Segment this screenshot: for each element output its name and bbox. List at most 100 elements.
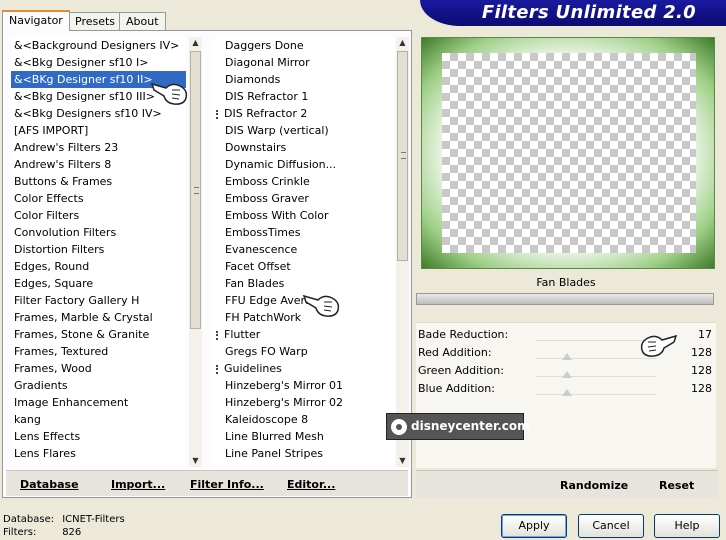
filter-item[interactable]: Facet Offset (213, 258, 395, 275)
category-item[interactable]: kang (11, 411, 186, 428)
import-button[interactable]: Import... (111, 478, 165, 491)
scroll-down-arrow-icon[interactable]: ▼ (396, 455, 409, 467)
param-value: 17 (698, 328, 712, 341)
category-scroll-thumb[interactable] (190, 51, 201, 329)
category-item[interactable]: &<Bkg Designer sf10 I> (11, 54, 186, 71)
slider-track[interactable] (536, 376, 656, 377)
cancel-button[interactable]: Cancel (578, 514, 644, 538)
right-toolbar: Randomize Reset (416, 470, 718, 498)
slider-knob-icon[interactable] (562, 371, 572, 378)
filter-item[interactable]: Dynamic Diffusion... (213, 156, 395, 173)
category-item[interactable]: [AFS IMPORT] (11, 122, 186, 139)
filter-list[interactable]: Daggers Done Diagonal Mirror Diamonds DIS R… (213, 37, 395, 467)
status-area: Database: ICNET-Filters Filters: 826 (3, 513, 125, 539)
scroll-down-arrow-icon[interactable]: ▼ (189, 455, 202, 467)
randomize-button[interactable]: Randomize (560, 479, 628, 492)
grip-icon (401, 152, 406, 159)
category-item[interactable]: Color Effects (11, 190, 186, 207)
category-item[interactable]: Color Filters (11, 207, 186, 224)
category-item[interactable]: Edges, Square (11, 275, 186, 292)
filter-item[interactable]: EmbossTimes (213, 224, 395, 241)
category-item[interactable]: Filter Factory Gallery H (11, 292, 186, 309)
category-item[interactable]: Frames, Textured (11, 343, 186, 360)
navigator-panel: &<Background Designers IV> &<Bkg Designer… (2, 30, 412, 498)
category-item[interactable]: Buttons & Frames (11, 173, 186, 190)
filter-item[interactable]: Hinzeberg's Mirror 01 (213, 377, 395, 394)
filter-item[interactable]: Hinzeberg's Mirror 02 (213, 394, 395, 411)
param-value: 128 (691, 364, 712, 377)
apply-button[interactable]: Apply (501, 514, 567, 538)
filter-scrollbar[interactable]: ▲ ▼ (396, 37, 409, 467)
category-item[interactable]: Frames, Stone & Granite (11, 326, 186, 343)
filter-item-label: Diagonal Mirror (225, 56, 310, 69)
filter-item-label: Guidelines (224, 362, 282, 375)
status-filters-label: Filters: (3, 527, 37, 538)
scroll-up-arrow-icon[interactable]: ▲ (396, 37, 409, 49)
filter-item[interactable]: Line Panel Stripes (213, 445, 395, 462)
param-green-addition[interactable]: Green Addition: 128 (416, 362, 716, 380)
filter-item[interactable]: DIS Warp (vertical) (213, 122, 395, 139)
category-item[interactable]: Frames, Wood (11, 360, 186, 377)
category-item[interactable]: Lens Effects (11, 428, 186, 445)
filter-item-label: Emboss Graver (225, 192, 309, 205)
current-filter-name: Fan Blades (536, 276, 596, 289)
filter-item-label: Diamonds (225, 73, 281, 86)
filter-item[interactable]: Emboss Graver (213, 190, 395, 207)
reset-button[interactable]: Reset (659, 479, 694, 492)
category-item[interactable]: Gradients (11, 377, 186, 394)
bullet-icon (216, 330, 222, 340)
category-item[interactable]: Andrew's Filters 8 (11, 156, 186, 173)
scroll-up-arrow-icon[interactable]: ▲ (189, 37, 202, 49)
category-item[interactable]: &<Background Designers IV> (11, 37, 186, 54)
filter-item[interactable]: Downstairs (213, 139, 395, 156)
category-scrollbar[interactable]: ▲ ▼ (189, 37, 202, 467)
tab-navigator[interactable]: Navigator (2, 10, 70, 31)
title-banner: Filters Unlimited 2.0 (420, 0, 726, 26)
filter-item[interactable]: Gregs FO Warp (213, 343, 395, 360)
param-label: Bade Reduction: (418, 328, 509, 341)
slider-knob-icon[interactable] (562, 353, 572, 360)
slider-track[interactable] (536, 358, 656, 359)
filter-scroll-thumb[interactable] (397, 51, 408, 261)
category-item[interactable]: Andrew's Filters 23 (11, 139, 186, 156)
filter-info-button[interactable]: Filter Info... (190, 478, 264, 491)
category-item[interactable]: Convolution Filters (11, 224, 186, 241)
filter-item[interactable]: Evanescence (213, 241, 395, 258)
help-button[interactable]: Help (654, 514, 720, 538)
filter-item[interactable]: Guidelines (213, 360, 395, 377)
database-button[interactable]: Database (20, 478, 79, 491)
tab-presets[interactable]: Presets (68, 12, 123, 30)
filter-item-label: FFU Edge Avera (225, 294, 312, 307)
category-item[interactable]: Distortion Filters (11, 241, 186, 258)
status-database-value: ICNET-Filters (62, 514, 125, 525)
editor-button[interactable]: Editor... (287, 478, 335, 491)
filter-item[interactable]: Diamonds (213, 71, 395, 88)
slider-track[interactable] (536, 394, 656, 395)
param-blue-addition[interactable]: Blue Addition: 128 (416, 380, 716, 398)
filter-item[interactable]: Emboss Crinkle (213, 173, 395, 190)
filter-item[interactable]: Diagonal Mirror (213, 54, 395, 71)
category-item[interactable]: Frames, Marble & Crystal (11, 309, 186, 326)
category-item[interactable]: Image Enhancement (11, 394, 186, 411)
filter-item[interactable]: Line Blurred Mesh (213, 428, 395, 445)
filter-item-label: DIS Refractor 2 (224, 107, 308, 120)
filter-item[interactable]: DIS Refractor 2 (213, 105, 395, 122)
pointing-hand-icon (640, 334, 678, 357)
category-item[interactable]: Lens Flares (11, 445, 186, 462)
filter-item[interactable]: Emboss With Color (213, 207, 395, 224)
filter-item[interactable]: DIS Refractor 1 (213, 88, 395, 105)
filter-item-label: FH PatchWork (225, 311, 302, 324)
filter-item-label: Evanescence (225, 243, 298, 256)
category-item[interactable]: &<Bkg Designers sf10 IV> (11, 105, 186, 122)
filter-item[interactable]: Flutter (213, 326, 395, 343)
tab-about[interactable]: About (119, 12, 166, 30)
filter-item[interactable]: Daggers Done (213, 37, 395, 54)
category-item[interactable]: Edges, Round (11, 258, 186, 275)
slider-knob-icon[interactable] (562, 389, 572, 396)
preview-frame (421, 37, 715, 269)
param-label: Red Addition: (418, 346, 492, 359)
filter-item-label: Kaleidoscope 8 (225, 413, 309, 426)
filter-item-label: Downstairs (225, 141, 287, 154)
filter-item-label: Dynamic Diffusion... (225, 158, 337, 171)
filter-item[interactable]: Kaleidoscope 8 (213, 411, 395, 428)
